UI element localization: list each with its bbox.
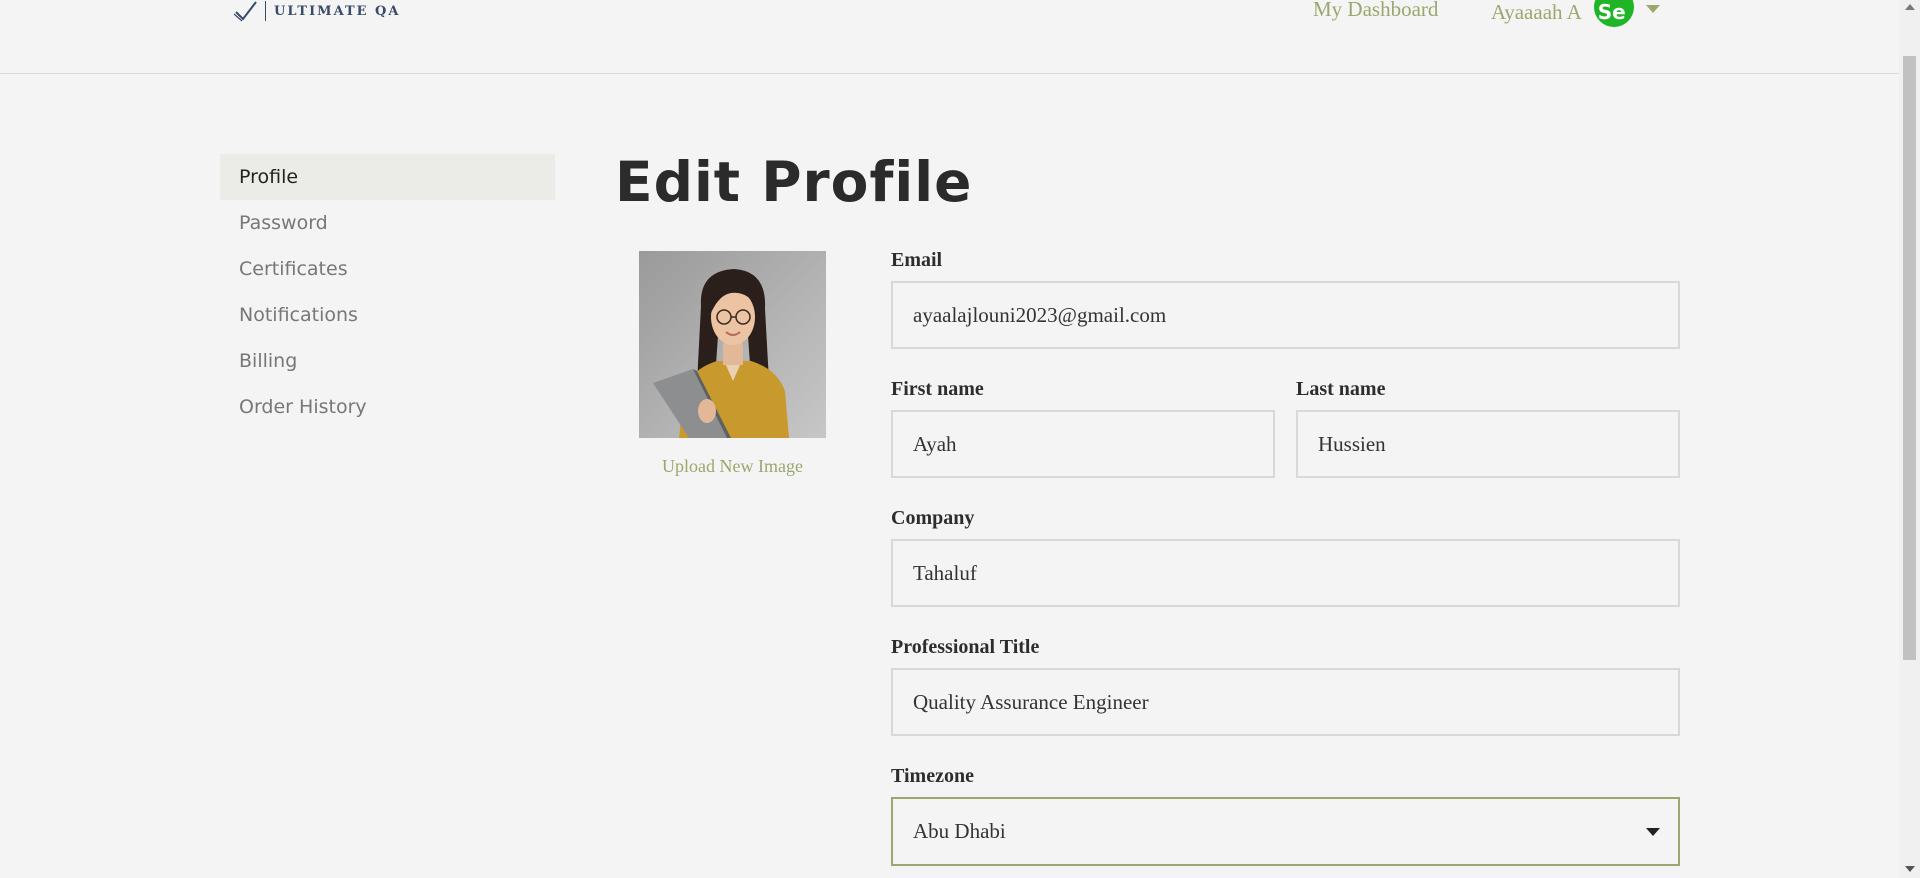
my-dashboard-link[interactable]: My Dashboard — [1313, 0, 1438, 22]
first-name-field[interactable] — [891, 410, 1275, 478]
timezone-selected-value: Abu Dhabi — [913, 819, 1006, 843]
scrollbar-thumb[interactable] — [1903, 56, 1916, 660]
check-logo-icon — [233, 1, 257, 22]
sidebar-item-certificates[interactable]: Certificates — [220, 246, 555, 292]
profile-sidebar: Profile Password Certificates Notificati… — [220, 154, 555, 430]
profile-photo-image — [639, 251, 826, 438]
first-name-label: First name — [891, 378, 984, 400]
sidebar-item-password[interactable]: Password — [220, 200, 555, 246]
email-field[interactable] — [891, 281, 1680, 349]
company-field[interactable] — [891, 539, 1680, 607]
page-title: Edit Profile — [615, 150, 973, 214]
professional-title-field[interactable] — [891, 668, 1680, 736]
company-label: Company — [891, 507, 975, 529]
scroll-up-arrow-icon[interactable] — [1905, 4, 1915, 10]
sidebar-item-notifications[interactable]: Notifications — [220, 292, 555, 338]
sidebar-item-profile[interactable]: Profile — [220, 154, 555, 200]
logo[interactable]: ULTIMATE QA — [233, 0, 400, 22]
professional-title-label: Professional Title — [891, 636, 1040, 658]
email-label: Email — [891, 249, 943, 271]
avatar: Se — [1593, 0, 1634, 27]
timezone-select[interactable]: Abu Dhabi — [891, 797, 1680, 866]
avatar-badge-text: Se — [1597, 0, 1626, 24]
user-name: Ayaaaah A — [1491, 0, 1582, 24]
profile-photo — [639, 251, 826, 438]
site-header: ULTIMATE QA My Dashboard Ayaaaah A Se — [0, 0, 1899, 74]
chevron-down-icon — [1645, 5, 1660, 13]
last-name-field[interactable] — [1296, 410, 1680, 478]
last-name-label: Last name — [1296, 378, 1386, 400]
user-menu[interactable]: Ayaaaah A Se — [1491, 0, 1660, 27]
sidebar-item-billing[interactable]: Billing — [220, 338, 555, 384]
timezone-label: Timezone — [891, 765, 974, 787]
sidebar-item-order-history[interactable]: Order History — [220, 384, 555, 430]
chevron-down-icon — [1646, 828, 1660, 836]
logo-text: ULTIMATE QA — [274, 3, 401, 19]
upload-new-image-link[interactable]: Upload New Image — [639, 456, 826, 477]
logo-divider — [265, 1, 266, 21]
vertical-scrollbar[interactable] — [1899, 0, 1920, 878]
scroll-down-arrow-icon[interactable] — [1905, 866, 1915, 872]
